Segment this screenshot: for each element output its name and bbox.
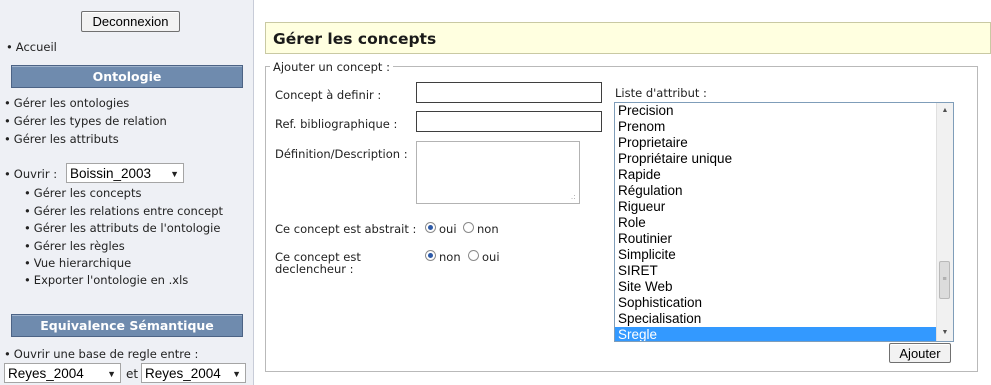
ontology-select-value: Boissin_2003	[70, 166, 152, 181]
attribute-listbox[interactable]: Precision Prenom Proprietaire Propriétai…	[614, 102, 954, 342]
list-item[interactable]: Sophistication	[615, 295, 938, 311]
list-item[interactable]: Propriétaire unique	[615, 151, 938, 167]
scroll-down-icon[interactable]: ▼	[937, 325, 953, 341]
rule-base-select-a-value: Reyes_2004	[8, 366, 84, 381]
list-item-selected[interactable]: Sregle	[615, 327, 938, 341]
list-item[interactable]: Proprietaire	[615, 135, 938, 151]
open-rules-label: Ouvrir une base de regle entre :	[4, 347, 199, 361]
rule-base-select-b[interactable]: Reyes_2004 ▼	[141, 363, 246, 383]
description-label: Définition/Description :	[275, 147, 408, 161]
manage-ontologies-link[interactable]: Gérer les ontologies	[4, 96, 130, 110]
list-item[interactable]: Rigueur	[615, 199, 938, 215]
main-content: Gérer les concepts Ajouter un concept : …	[258, 0, 991, 385]
list-item[interactable]: Prenom	[615, 119, 938, 135]
add-button[interactable]: Ajouter	[889, 343, 951, 363]
abstract-yes-radio[interactable]	[425, 222, 436, 233]
manage-concept-relations-link[interactable]: Gérer les relations entre concept	[24, 204, 223, 218]
manage-concepts-link[interactable]: Gérer les concepts	[24, 186, 142, 200]
manage-relation-types-link[interactable]: Gérer les types de relation	[4, 114, 167, 128]
rule-base-select-b-value: Reyes_2004	[145, 366, 221, 381]
abstract-no-radio[interactable]	[463, 222, 474, 233]
manage-ontology-attributes-link[interactable]: Gérer les attributs de l'ontologie	[24, 221, 221, 235]
chevron-down-icon: ▼	[232, 369, 241, 379]
list-item[interactable]: SIRET	[615, 263, 938, 279]
manage-rules-link[interactable]: Gérer les règles	[24, 239, 125, 253]
equivalence-section-header: Equivalence Sémantique	[11, 314, 243, 337]
trigger-yes-radio[interactable]	[468, 250, 479, 261]
open-label: Ouvrir :	[4, 167, 57, 181]
scrollbar-thumb[interactable]: ≡	[939, 261, 950, 299]
description-textarea[interactable]: .:	[416, 141, 580, 204]
manage-attributes-link[interactable]: Gérer les attributs	[4, 132, 119, 146]
trigger-no-label: non	[439, 250, 461, 264]
abstract-no-label: non	[477, 222, 499, 236]
add-concept-legend: Ajouter un concept :	[270, 60, 393, 74]
export-xls-link[interactable]: Exporter l'ontologie en .xls	[24, 273, 188, 287]
list-item[interactable]: Rapide	[615, 167, 938, 183]
concept-label: Concept à definir :	[275, 88, 382, 102]
ref-label: Ref. bibliographique :	[275, 117, 398, 131]
list-item[interactable]: Routinier	[615, 231, 938, 247]
rule-base-select-a[interactable]: Reyes_2004 ▼	[4, 363, 121, 383]
list-item[interactable]: Site Web	[615, 279, 938, 295]
resize-grip-icon: .:	[570, 192, 576, 201]
list-item[interactable]: Régulation	[615, 183, 938, 199]
trigger-no-radio[interactable]	[425, 250, 436, 261]
ref-input[interactable]	[416, 111, 602, 132]
logout-button[interactable]: Deconnexion	[81, 11, 180, 32]
scroll-up-icon[interactable]: ▲	[937, 103, 953, 119]
ontology-section-header: Ontologie	[11, 65, 243, 88]
home-link[interactable]: Accueil	[6, 40, 57, 54]
attribute-list-label: Liste d'attribut :	[615, 86, 707, 100]
chevron-down-icon: ▼	[107, 369, 116, 379]
abstract-label: Ce concept est abstrait :	[275, 222, 417, 236]
chevron-down-icon: ▼	[170, 169, 179, 179]
list-item[interactable]: Role	[615, 215, 938, 231]
page-title: Gérer les concepts	[273, 30, 437, 48]
list-item[interactable]: Precision	[615, 103, 938, 119]
list-item[interactable]: Simplicite	[615, 247, 938, 263]
hierarchy-view-link[interactable]: Vue hierarchique	[24, 256, 131, 270]
sidebar: Deconnexion Accueil Ontologie Gérer les …	[0, 0, 254, 385]
trigger-yes-label: oui	[482, 250, 500, 264]
page-title-bar: Gérer les concepts	[265, 22, 991, 54]
concept-input[interactable]	[416, 82, 602, 103]
attribute-list-scrollbar[interactable]: ▲ ≡ ▼	[936, 103, 953, 341]
ontology-select[interactable]: Boissin_2003 ▼	[66, 163, 184, 183]
list-item[interactable]: Specialisation	[615, 311, 938, 327]
and-label: et	[126, 367, 139, 381]
abstract-yes-label: oui	[439, 222, 457, 236]
trigger-label-line2: declencheur :	[275, 262, 354, 276]
